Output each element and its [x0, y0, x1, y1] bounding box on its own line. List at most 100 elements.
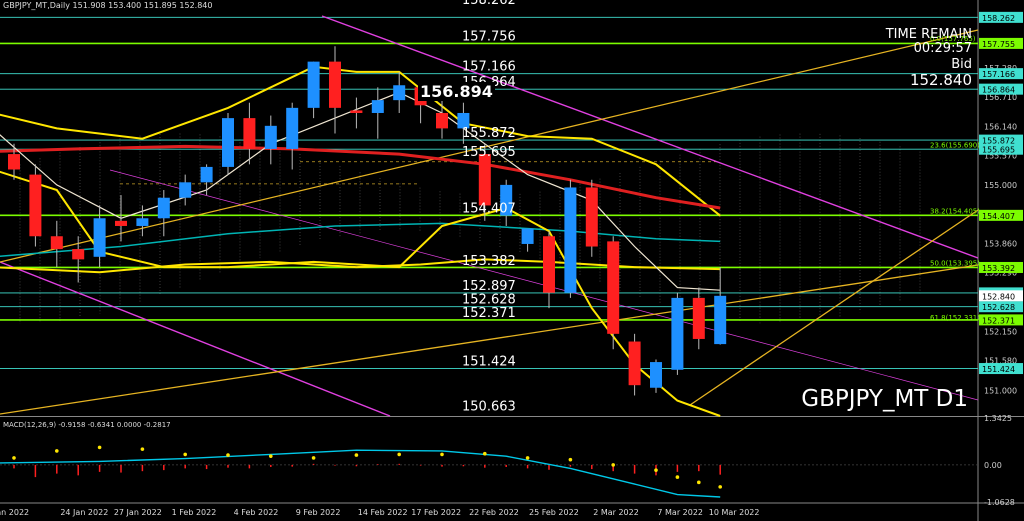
macd-signal-dot — [140, 447, 145, 451]
candle-body — [650, 362, 662, 388]
macd-signal-dot — [269, 454, 273, 458]
x-tick-label: 19 Jan 2022 — [0, 508, 29, 517]
axis-tag: 156.864 — [979, 83, 1023, 95]
chart-root: 157.756 157.166 156.864 155.872 155.695 154.4… — [0, 0, 1024, 521]
candle — [307, 61, 320, 119]
x-tick-label: 27 Jan 2022 — [114, 508, 162, 517]
x-tick-label: 7 Mar 2022 — [657, 508, 703, 517]
x-tick-label: 22 Feb 2022 — [469, 508, 519, 517]
macd-title: MACD(12,26,9) -0.9158 -0.6341 0.0000 -0.… — [3, 421, 171, 429]
axis-tag: 155.695 — [979, 143, 1023, 155]
price-label: 155.695 — [462, 145, 516, 160]
axis-tag-label: 156.864 — [982, 86, 1015, 95]
price-label: 157.756 — [462, 29, 516, 44]
candle-body — [222, 118, 234, 167]
macd-signal-dot — [226, 453, 230, 457]
x-tick-label: 2 Mar 2022 — [593, 508, 639, 517]
candle-body — [157, 197, 170, 219]
price-label: 152.371 — [462, 306, 516, 321]
axis-tag-label: 153.392 — [982, 264, 1015, 273]
macd-signal-dot — [183, 452, 187, 457]
macd-signal-dot — [440, 452, 444, 457]
symbol-watermark: GBPJPY_MT D1 — [801, 386, 968, 412]
x-tick-label: 1 Feb 2022 — [172, 508, 217, 517]
time-remain-label: TIME REMAIN — [885, 27, 972, 42]
axis-tag: 152.371 — [979, 314, 1023, 326]
candle — [650, 359, 662, 393]
candle — [564, 179, 577, 298]
candle — [264, 115, 277, 165]
candle-body — [72, 249, 85, 260]
macd-signal-dot — [611, 463, 615, 467]
macd-signal-dot — [654, 468, 658, 472]
candle-body — [115, 220, 127, 226]
candle-body — [692, 297, 705, 339]
axis-tag-label: 151.424 — [982, 365, 1015, 374]
candle-body — [714, 295, 727, 345]
axis-tag: 151.424 — [979, 363, 1023, 375]
axis-tag: 154.407 — [979, 209, 1023, 221]
candle-body — [371, 100, 384, 113]
candle — [543, 231, 555, 309]
candle — [243, 102, 256, 165]
current-price-box: 156.894 — [418, 82, 495, 101]
trend-line-short — [689, 209, 979, 406]
macd-signal-dot — [311, 456, 316, 460]
candle-body — [179, 182, 192, 198]
candle — [50, 220, 63, 268]
price-label: 157.166 — [462, 60, 516, 75]
x-axis-labels: 19 Jan 2022 24 Jan 2022 27 Jan 2022 1 Feb 2… — [0, 508, 759, 517]
candle-body — [243, 118, 256, 149]
chart-header: GBPJPY_MT,Daily 151.908 153.400 151.895 … — [3, 1, 213, 10]
axis-tag-label: 154.407 — [982, 212, 1015, 221]
candle-body — [543, 236, 555, 293]
x-tick-label: 9 Feb 2022 — [296, 508, 341, 517]
fib-label: 50.0(153.395) — [930, 259, 980, 267]
candle-body — [136, 218, 149, 226]
axis-tag: 153.392 — [979, 261, 1023, 273]
macd-signal-dot — [697, 480, 701, 485]
candle — [521, 228, 534, 252]
fib-label: 61.8(152.331) — [930, 314, 980, 322]
candle — [607, 236, 620, 350]
candle — [371, 87, 384, 139]
x-tick-label: 4 Feb 2022 — [234, 508, 279, 517]
macd-y-tick: 1.3425 — [984, 414, 1012, 423]
candle — [585, 179, 598, 257]
macd-y-tick: -1.0628 — [984, 498, 1015, 507]
time-remain-value: 00:29:57 — [913, 41, 972, 57]
candle-body — [329, 61, 341, 108]
macd-signal-dot — [675, 475, 680, 479]
bid-tag-label: 152.840 — [982, 292, 1015, 301]
candle — [157, 190, 170, 237]
axis-tag: 157.166 — [979, 68, 1023, 80]
candle-body — [671, 297, 684, 370]
axis-tag-label: 152.371 — [982, 316, 1015, 325]
partial-top-label: 158.262 — [462, 0, 516, 8]
candle — [350, 97, 363, 129]
x-tick-label: 14 Feb 2022 — [358, 508, 408, 517]
channel-line-lower — [0, 261, 391, 417]
macd-line — [0, 449, 721, 498]
y-tick-label: 151.000 — [984, 386, 1017, 395]
axis-tag: 157.755 — [979, 37, 1023, 49]
chart-svg: 157.756 157.166 156.864 155.872 155.695 154.4… — [0, 0, 1024, 521]
candle — [179, 174, 192, 206]
candle — [714, 267, 727, 345]
candle-body — [521, 228, 534, 244]
macd-signal-dot — [483, 451, 487, 456]
macd-signal-dot — [55, 449, 59, 453]
axis-tag-label: 157.755 — [982, 40, 1015, 49]
price-label: 153.382 — [462, 254, 516, 269]
bid-value: 152.840 — [909, 70, 972, 89]
y-tick-label: 156.140 — [984, 122, 1017, 131]
macd-signal-dot — [718, 485, 722, 489]
x-tick-label: 17 Feb 2022 — [411, 508, 461, 517]
candle — [393, 71, 406, 113]
candle-body — [50, 236, 63, 250]
candle-body — [393, 85, 406, 101]
candle-body — [628, 341, 641, 386]
candle-body — [307, 61, 320, 108]
macd-signal-dot — [397, 452, 402, 457]
fib-label: 23.6(155.690) — [930, 141, 980, 149]
